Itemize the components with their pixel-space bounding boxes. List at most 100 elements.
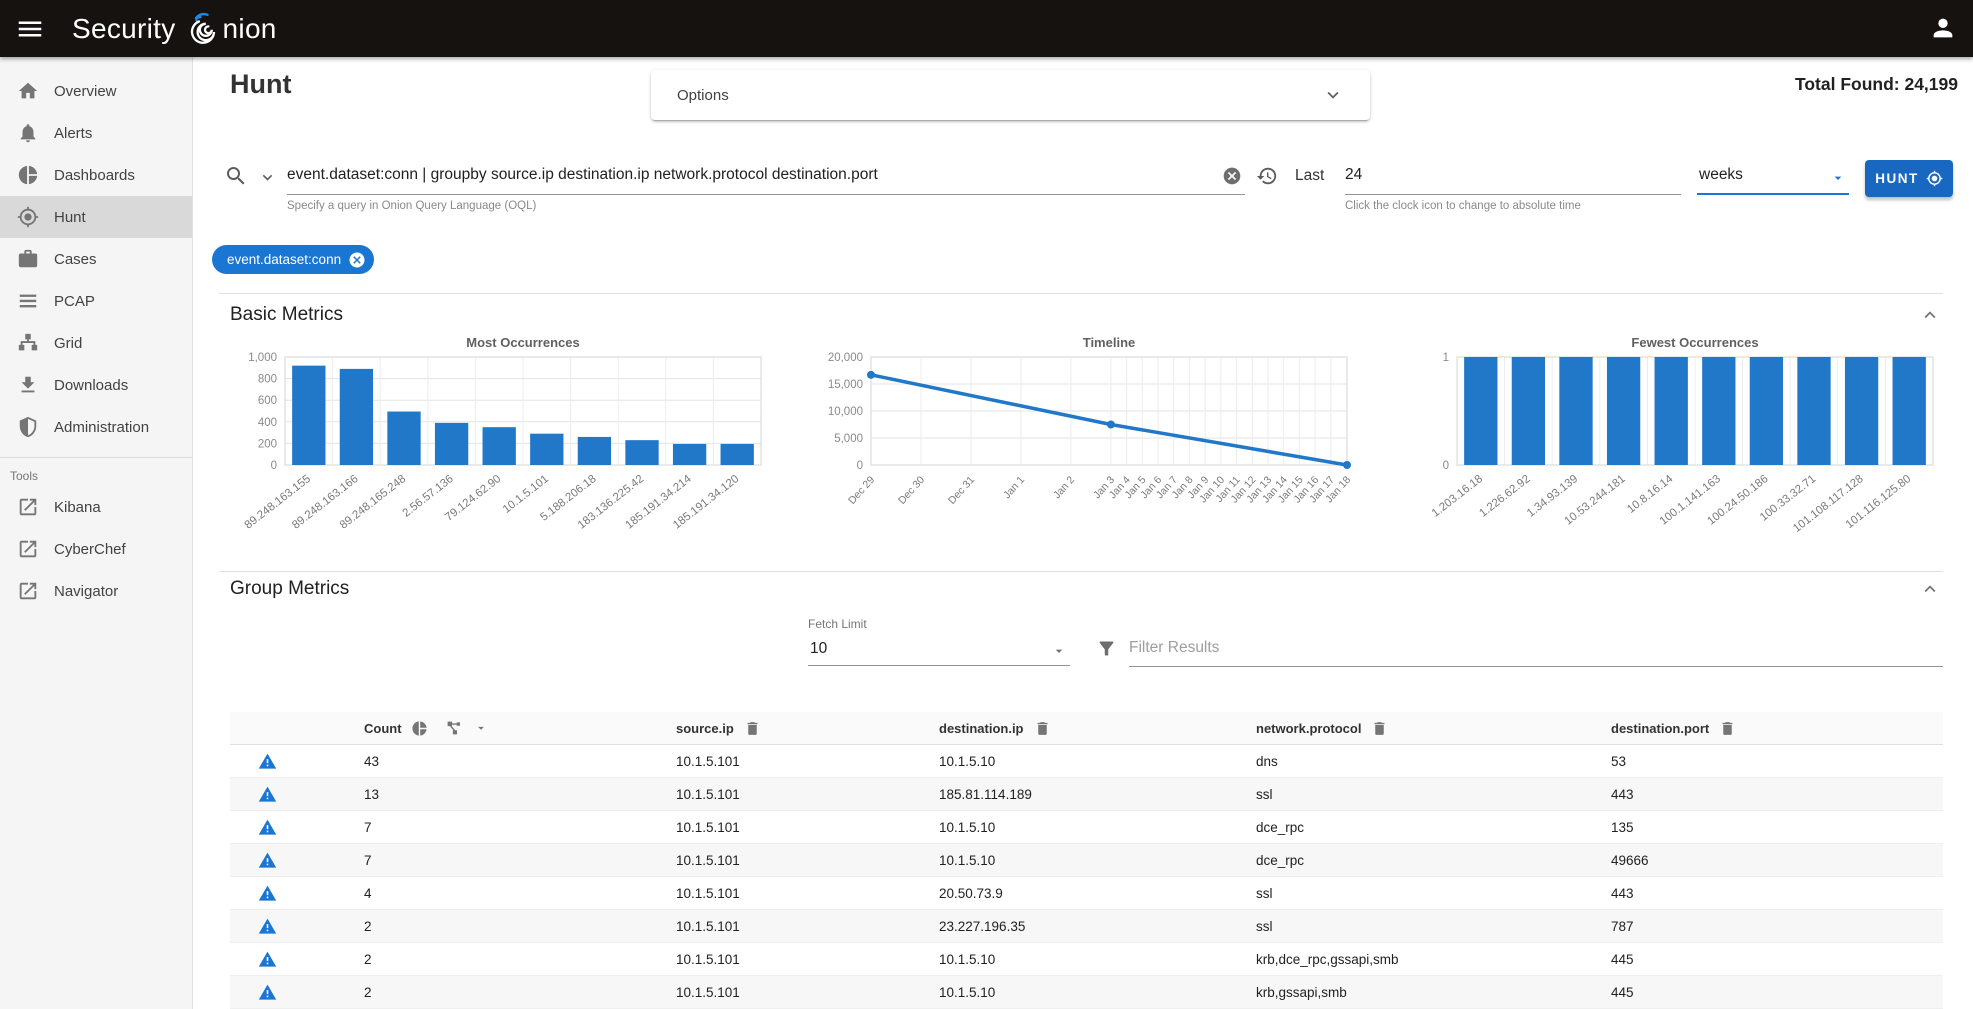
cell-source-ip[interactable]: 10.1.5.101 bbox=[660, 952, 923, 967]
alert-triangle-icon[interactable] bbox=[258, 983, 277, 1002]
cell-destination-port[interactable]: 445 bbox=[1595, 952, 1943, 967]
cell-destination-port[interactable]: 49666 bbox=[1595, 853, 1943, 868]
trash-icon[interactable] bbox=[1719, 720, 1736, 737]
cell-count[interactable]: 43 bbox=[348, 754, 660, 769]
alert-triangle-icon[interactable] bbox=[258, 884, 277, 903]
caret-down-icon[interactable] bbox=[474, 721, 488, 735]
column-header-destination-ip[interactable]: destination.ip bbox=[939, 721, 1024, 736]
trash-icon[interactable] bbox=[744, 720, 761, 737]
cell-source-ip[interactable]: 10.1.5.101 bbox=[660, 820, 923, 835]
cell-source-ip[interactable]: 10.1.5.101 bbox=[660, 985, 923, 1000]
sidebar-item-downloads[interactable]: Downloads bbox=[0, 364, 192, 406]
cell-network-protocol[interactable]: dce_rpc bbox=[1240, 820, 1595, 835]
query-history-chevron-icon[interactable] bbox=[258, 168, 277, 187]
cell-destination-ip[interactable]: 185.81.114.189 bbox=[923, 787, 1240, 802]
cell-count[interactable]: 7 bbox=[348, 853, 660, 868]
column-header-destination-port[interactable]: destination.port bbox=[1611, 721, 1709, 736]
cell-destination-ip[interactable]: 23.227.196.35 bbox=[923, 919, 1240, 934]
filter-results-input[interactable] bbox=[1129, 631, 1943, 667]
cell-source-ip[interactable]: 10.1.5.101 bbox=[660, 787, 923, 802]
sidebar-item-cases[interactable]: Cases bbox=[0, 238, 192, 280]
column-header-count[interactable]: Count bbox=[364, 721, 402, 736]
cell-source-ip[interactable]: 10.1.5.101 bbox=[660, 919, 923, 934]
download-icon bbox=[17, 374, 39, 396]
collapse-group-metrics-icon[interactable] bbox=[1919, 578, 1941, 600]
sidebar-tool-kibana[interactable]: Kibana bbox=[0, 486, 192, 528]
cell-destination-port[interactable]: 135 bbox=[1595, 820, 1943, 835]
svg-text:1.203.16.18: 1.203.16.18 bbox=[1430, 473, 1485, 520]
remove-filter-icon[interactable] bbox=[348, 251, 366, 269]
alert-triangle-icon[interactable] bbox=[258, 752, 277, 771]
cell-network-protocol[interactable]: dns bbox=[1240, 754, 1595, 769]
cell-count[interactable]: 2 bbox=[348, 985, 660, 1000]
trash-icon[interactable] bbox=[1034, 720, 1051, 737]
cell-network-protocol[interactable]: krb,dce_rpc,gssapi,smb bbox=[1240, 952, 1595, 967]
alert-triangle-icon[interactable] bbox=[258, 851, 277, 870]
cell-source-ip[interactable]: 10.1.5.101 bbox=[660, 754, 923, 769]
filter-chip[interactable]: event.dataset:conn bbox=[212, 245, 374, 274]
query-hint: Specify a query in Onion Query Language … bbox=[287, 200, 1245, 212]
cell-destination-port[interactable]: 787 bbox=[1595, 919, 1943, 934]
bell-icon bbox=[17, 122, 39, 144]
options-panel-toggle[interactable]: Options bbox=[651, 70, 1370, 120]
cell-destination-ip[interactable]: 10.1.5.10 bbox=[923, 952, 1240, 967]
graph-icon[interactable] bbox=[445, 719, 463, 737]
cell-network-protocol[interactable]: krb,gssapi,smb bbox=[1240, 985, 1595, 1000]
sidebar-item-grid[interactable]: Grid bbox=[0, 322, 192, 364]
cell-network-protocol[interactable]: dce_rpc bbox=[1240, 853, 1595, 868]
time-unit-value: weeks bbox=[1699, 166, 1743, 183]
cell-destination-ip[interactable]: 10.1.5.10 bbox=[923, 754, 1240, 769]
cell-network-protocol[interactable]: ssl bbox=[1240, 787, 1595, 802]
cell-source-ip[interactable]: 10.1.5.101 bbox=[660, 853, 923, 868]
cell-destination-port[interactable]: 53 bbox=[1595, 754, 1943, 769]
history-clock-icon[interactable] bbox=[1256, 165, 1278, 187]
column-header-source-ip[interactable]: source.ip bbox=[676, 721, 734, 736]
cell-destination-ip[interactable]: 10.1.5.10 bbox=[923, 853, 1240, 868]
sidebar-item-pcap[interactable]: PCAP bbox=[0, 280, 192, 322]
trash-icon[interactable] bbox=[1371, 720, 1388, 737]
pie-chart-icon[interactable] bbox=[411, 720, 428, 737]
cell-count[interactable]: 13 bbox=[348, 787, 660, 802]
cell-destination-port[interactable]: 445 bbox=[1595, 985, 1943, 1000]
sidebar-item-dashboards[interactable]: Dashboards bbox=[0, 154, 192, 196]
column-header-network-protocol[interactable]: network.protocol bbox=[1256, 721, 1361, 736]
sidebar-item-label: CyberChef bbox=[54, 541, 126, 558]
cell-count[interactable]: 2 bbox=[348, 919, 660, 934]
user-account-icon[interactable] bbox=[1929, 14, 1957, 42]
table-row: 210.1.5.10110.1.5.10krb,dce_rpc,gssapi,s… bbox=[230, 943, 1943, 976]
hunt-button[interactable]: HUNT bbox=[1865, 160, 1953, 197]
alert-triangle-icon[interactable] bbox=[258, 950, 277, 969]
sidebar-item-overview[interactable]: Overview bbox=[0, 70, 192, 112]
chart-most-occurrences: Most Occurrences02004006008001,00089.248… bbox=[219, 335, 771, 563]
alert-triangle-icon[interactable] bbox=[258, 818, 277, 837]
collapse-basic-metrics-icon[interactable] bbox=[1919, 304, 1941, 326]
cell-destination-ip[interactable]: 20.50.73.9 bbox=[923, 886, 1240, 901]
fetch-limit-select[interactable]: 10 bbox=[808, 634, 1070, 666]
cell-destination-port[interactable]: 443 bbox=[1595, 787, 1943, 802]
sidebar-item-alerts[interactable]: Alerts bbox=[0, 112, 192, 154]
cell-destination-ip[interactable]: 10.1.5.10 bbox=[923, 985, 1240, 1000]
sidebar-tool-cyberchef[interactable]: CyberChef bbox=[0, 528, 192, 570]
cell-network-protocol[interactable]: ssl bbox=[1240, 919, 1595, 934]
sidebar-item-label: Navigator bbox=[54, 583, 118, 600]
time-unit-select[interactable]: weeks bbox=[1697, 157, 1849, 195]
cell-count[interactable]: 2 bbox=[348, 952, 660, 967]
sidebar-item-hunt[interactable]: Hunt bbox=[0, 196, 192, 238]
sidebar-tool-navigator[interactable]: Navigator bbox=[0, 570, 192, 612]
menu-icon[interactable] bbox=[15, 14, 45, 44]
alert-triangle-icon[interactable] bbox=[258, 917, 277, 936]
cell-destination-ip[interactable]: 10.1.5.10 bbox=[923, 820, 1240, 835]
time-value-input[interactable] bbox=[1345, 157, 1681, 195]
alert-triangle-icon[interactable] bbox=[258, 785, 277, 804]
cell-source-ip[interactable]: 10.1.5.101 bbox=[660, 886, 923, 901]
clear-query-icon[interactable] bbox=[1222, 166, 1242, 186]
cell-count[interactable]: 7 bbox=[348, 820, 660, 835]
search-icon[interactable] bbox=[224, 164, 248, 188]
sidebar-item-administration[interactable]: Administration bbox=[0, 406, 192, 448]
query-input[interactable] bbox=[287, 157, 1245, 195]
svg-text:15,000: 15,000 bbox=[828, 379, 863, 391]
cell-count[interactable]: 4 bbox=[348, 886, 660, 901]
cell-destination-port[interactable]: 443 bbox=[1595, 886, 1943, 901]
cell-network-protocol[interactable]: ssl bbox=[1240, 886, 1595, 901]
open-in-new-icon bbox=[17, 538, 39, 560]
